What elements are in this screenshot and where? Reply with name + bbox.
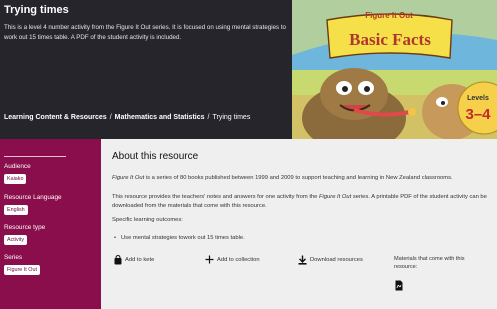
about-paragraph-1: Figure It Out is a series of 80 books pu… [112,174,484,183]
breadcrumb-separator: / [109,114,112,121]
page-description: This is a level 4 number activity from t… [4,24,286,41]
cover-image: Figure It Out Basic Facts Levels 3–4 [292,0,497,139]
language-label: Resource Language [4,194,62,201]
add-to-collection-button[interactable]: Add to collection [205,255,260,264]
download-resources-button[interactable]: Download resources [298,255,363,265]
outcomes-label: Specific learning outcomes: [112,217,183,223]
pdf-file-icon[interactable] [395,278,403,296]
breadcrumb: Learning Content & Resources / Mathematics… [4,114,250,121]
levels-value: 3–4 [465,106,491,123]
materials-label: Materials that come with this resource: [394,256,465,270]
series-chip[interactable]: Figure It Out [4,265,40,275]
bag-icon [114,255,122,265]
levels-label: Levels [467,95,489,102]
add-to-kete-label: Add to kete [125,257,155,263]
language-chip[interactable]: English [4,205,28,215]
cover-illustration: Figure It Out Basic Facts Levels 3–4 [292,0,497,139]
add-to-collection-label: Add to collection [217,256,260,263]
outcome-item: Use mental strategies towork out 15 time… [114,235,245,241]
resource-sidebar: Audience Kaiako Resource Language Englis… [0,139,101,309]
plus-icon [205,255,214,264]
breadcrumb-mathematics[interactable]: Mathematics and Statistics [115,114,205,121]
main-content: About this resource Figure It Out is a s… [101,139,497,309]
audience-label: Audience [4,163,31,170]
sidebar-divider [4,156,66,157]
series-label: Series [4,254,23,261]
about-paragraph-2: This resource provides the teachers' not… [112,193,496,211]
breadcrumb-learning-content[interactable]: Learning Content & Resources [4,114,107,121]
type-chip[interactable]: Activity [4,235,28,245]
download-resources-label: Download resources [310,257,363,263]
about-heading: About this resource [112,151,199,162]
type-label: Resource type [4,224,46,231]
audience-chip[interactable]: Kaiako [4,174,27,184]
series-name-italic: Figure It Out [319,194,352,200]
cover-series-text: Figure It Out [365,11,413,20]
about-paragraph-2-text-a: This resource provides the teachers' not… [112,194,319,200]
cover-title-text: Basic Facts [349,30,431,49]
breadcrumb-current: Trying times [212,114,251,121]
download-icon [298,255,307,265]
series-name-italic: Figure It Out [112,175,145,181]
about-paragraph-1-text: is a series of 80 books published betwee… [144,175,453,181]
breadcrumb-separator: / [207,114,210,121]
page-title: Trying times [4,4,69,16]
add-to-kete-button[interactable]: Add to kete [114,255,154,265]
